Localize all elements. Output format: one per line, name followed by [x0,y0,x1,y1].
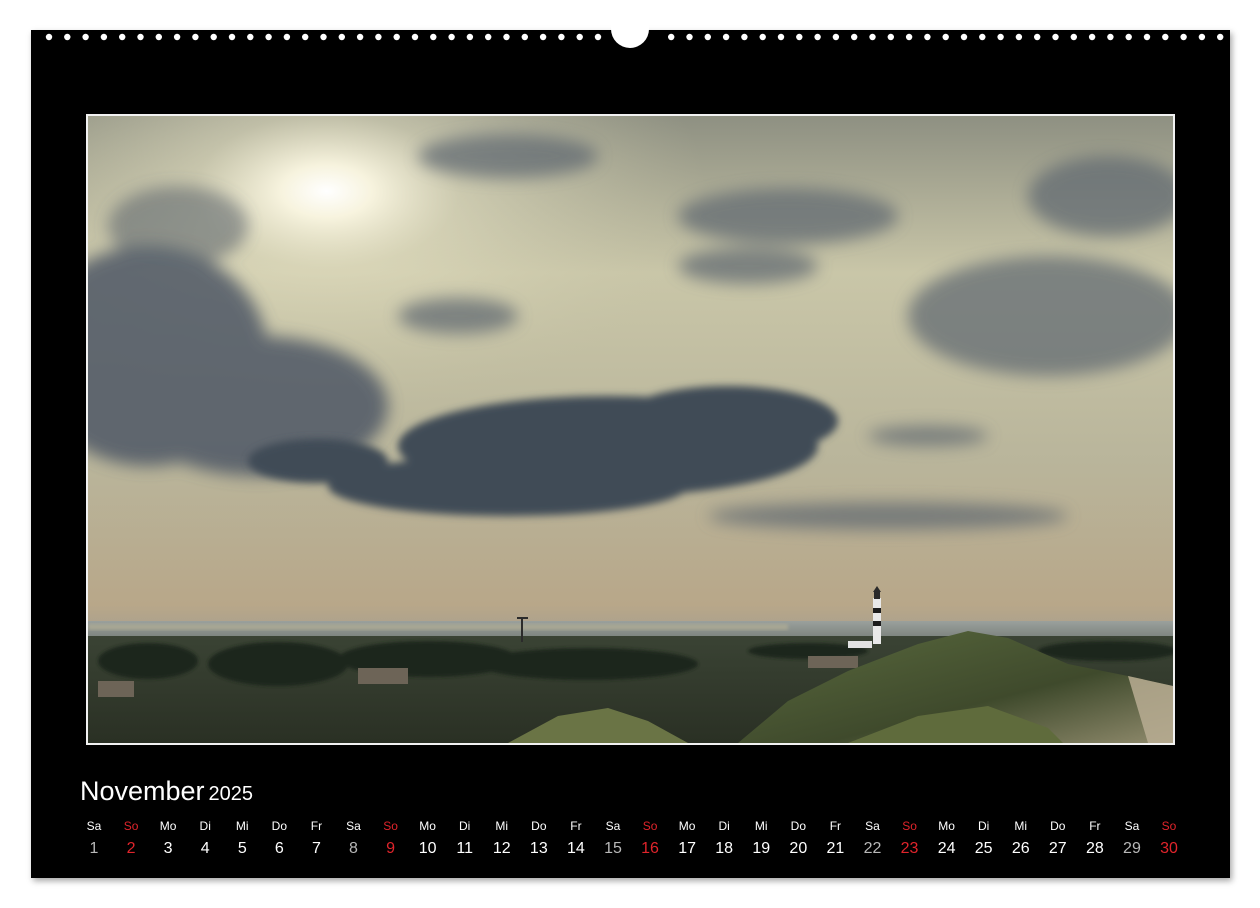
binding-hole [1217,33,1224,41]
binding-hole [1125,33,1132,41]
binding-hole [393,33,400,41]
binding-hole [1088,33,1096,41]
binding-hole [960,33,968,41]
binding-hole [814,33,821,41]
binding-hole [1180,33,1187,41]
binding-hole [704,33,711,41]
binding-hole [503,33,510,41]
month-name: November [80,776,205,806]
binding-hole [558,33,565,41]
binding-hole [741,33,748,41]
binding-hole [905,33,913,41]
binding-hole [576,33,583,41]
binding-hole [466,33,474,41]
binding-hole [1070,33,1078,41]
binding-hole [668,33,675,41]
binding-hole [485,33,492,41]
binding-hole [979,33,986,41]
binding-hole [1015,33,1023,41]
binding-hole [869,33,876,41]
binding-hole [320,33,327,41]
binding-hole [283,33,291,41]
binding-hole [375,33,382,41]
binding-hole [411,33,419,41]
binding-hole [942,33,949,41]
binding-hole [448,33,455,41]
binding-hole [155,33,162,41]
binding-hole [356,33,364,41]
binding-hole [796,33,803,41]
binding-hole [924,33,931,41]
binding-hole [594,33,602,41]
binding-hole [521,33,528,41]
binding-hole [247,33,254,41]
binding-hole [430,33,437,41]
binding-hole [1143,33,1151,41]
binding-hole [173,33,181,41]
binding-hole [192,33,199,41]
month-title: November 2025 [80,778,253,805]
binding-hole [686,33,693,41]
month-year: 2025 [208,783,254,805]
binding-hole [82,33,89,41]
binding-hole [210,33,217,41]
binding-hole [1107,33,1114,41]
binding-hole [45,33,53,41]
binding-hole [1162,33,1169,41]
binding-hole [100,33,108,41]
binding-hole [851,33,858,41]
binding-hole [119,33,126,41]
binding-hole [887,33,894,41]
binding-hole [722,33,730,41]
binding-hole [228,33,236,41]
photo-frame [86,114,1175,745]
binding-hole [1034,33,1041,41]
binding-hole [265,33,272,41]
binding-hole [1198,33,1206,41]
binding-hole [539,33,547,41]
binding-hole [64,33,71,41]
binding-hole [832,33,840,41]
landscape-photo [88,116,1173,743]
binding-hole [302,33,309,41]
binding-hole [137,33,144,41]
binding-hole [1052,33,1059,41]
binding-hole [759,33,766,41]
binding-hole [997,33,1004,41]
binding-hole [338,33,345,41]
binding-hole [777,33,785,41]
